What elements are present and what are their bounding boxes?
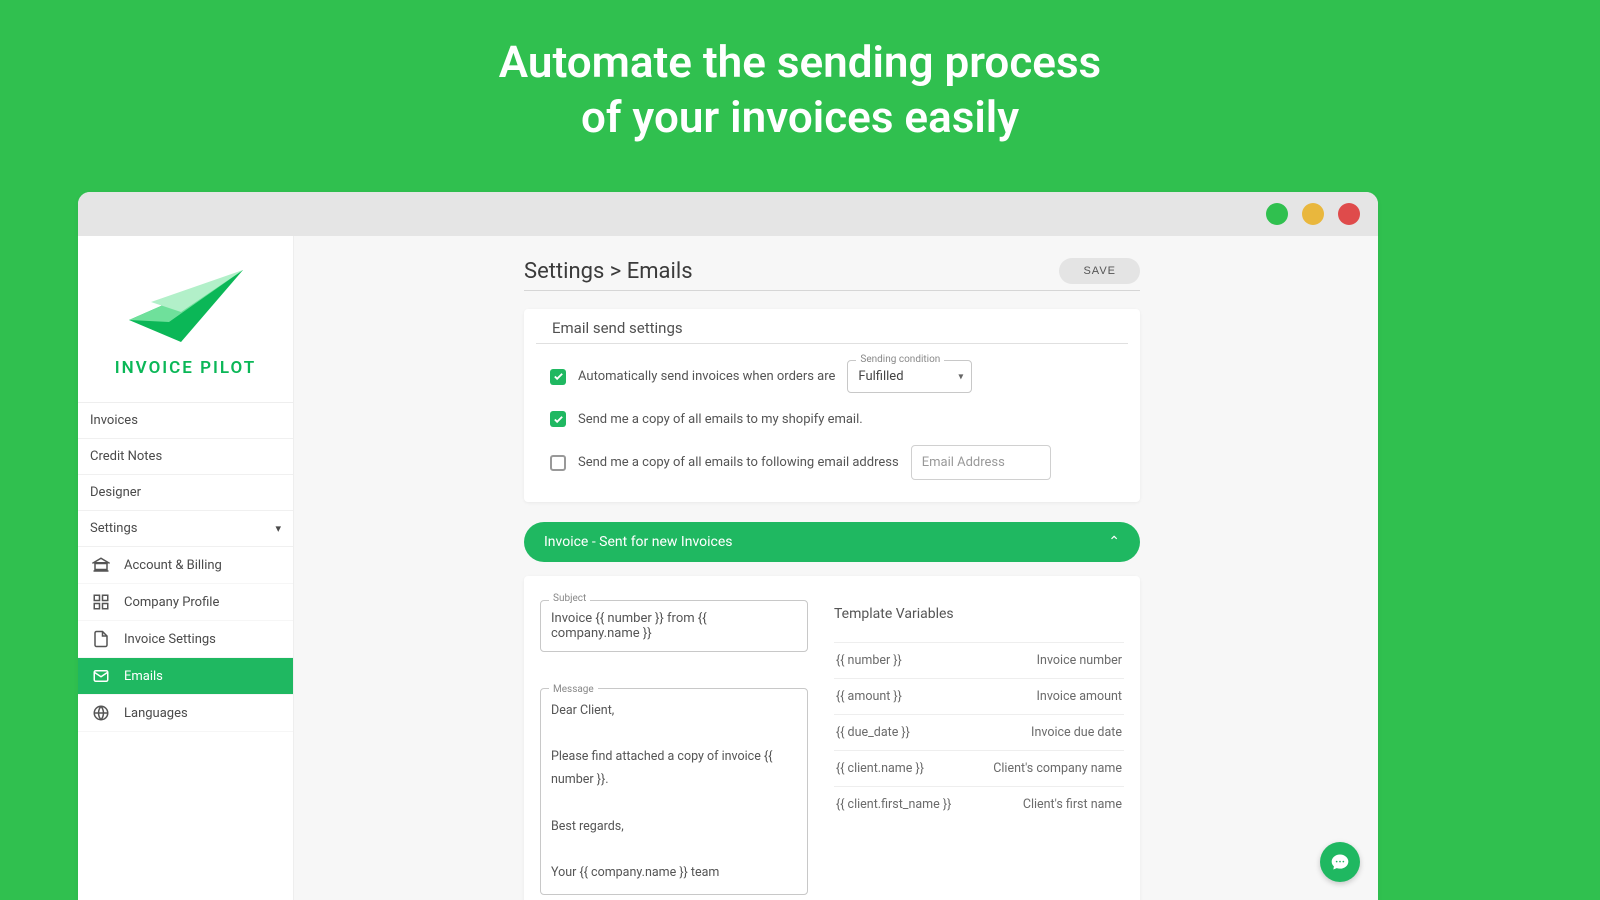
nav-sub-label: Account & Billing: [124, 558, 222, 573]
hero-line2: of your invoices easily: [0, 90, 1600, 145]
message-line: Please find attached a copy of invoice {…: [551, 745, 797, 791]
file-icon: [92, 630, 110, 648]
nav-settings[interactable]: Settings ▾: [78, 511, 293, 547]
nav-sub-label: Company Profile: [124, 595, 219, 610]
var-key: {{ client.first_name }}: [836, 797, 951, 812]
window-chrome: [78, 192, 1378, 236]
var-row: {{ client.name }} Client's company name: [834, 750, 1124, 786]
chat-icon: [1330, 852, 1350, 872]
var-row: {{ amount }} Invoice amount: [834, 678, 1124, 714]
globe-icon: [92, 704, 110, 722]
checkbox-copy-shopify[interactable]: [550, 411, 566, 427]
card-title: Email send settings: [536, 309, 1128, 344]
logo: INVOICE PILOT: [78, 236, 293, 403]
var-desc: Invoice amount: [1037, 689, 1122, 704]
var-row: {{ client.first_name }} Client's first n…: [834, 786, 1124, 822]
nav-credit-notes[interactable]: Credit Notes: [78, 439, 293, 475]
message-label: Message: [549, 681, 598, 700]
chevron-up-icon: ⌃: [1108, 534, 1120, 550]
traffic-light-yellow: [1302, 203, 1324, 225]
nav-sub-emails[interactable]: Emails: [78, 658, 293, 695]
email-address-input[interactable]: Email Address: [911, 445, 1051, 480]
template-variables-title: Template Variables: [834, 600, 1124, 642]
message-line: Best regards,: [551, 815, 797, 838]
message-line: Dear Client,: [551, 699, 797, 722]
email-send-settings-card: Email send settings Automatically send i…: [524, 309, 1140, 502]
var-desc: Invoice due date: [1031, 725, 1122, 740]
main: Settings > Emails SAVE Email send settin…: [294, 236, 1378, 900]
grid-icon: [92, 593, 110, 611]
var-desc: Client's company name: [993, 761, 1122, 776]
var-desc: Invoice number: [1037, 653, 1122, 668]
checkbox-copy-custom[interactable]: [550, 455, 566, 471]
traffic-light-red: [1338, 203, 1360, 225]
nav-sub-invoice-settings[interactable]: Invoice Settings: [78, 621, 293, 658]
var-desc: Client's first name: [1023, 797, 1122, 812]
nav-designer[interactable]: Designer: [78, 475, 293, 511]
logo-icon: [121, 262, 251, 350]
var-key: {{ client.name }}: [836, 761, 924, 776]
var-row: {{ due_date }} Invoice due date: [834, 714, 1124, 750]
accordion-body: Subject Invoice {{ number }} from {{ com…: [524, 576, 1140, 900]
subject-value: Invoice {{ number }} from {{ company.nam…: [551, 611, 707, 641]
hero-line1: Automate the sending process: [0, 35, 1600, 90]
chevron-down-icon: ▾: [958, 371, 963, 382]
logo-text: INVOICE PILOT: [88, 358, 283, 378]
nav-sub-account-billing[interactable]: Account & Billing: [78, 547, 293, 584]
save-button[interactable]: SAVE: [1059, 258, 1140, 284]
message-textarea[interactable]: Message Dear Client, Please find attache…: [540, 688, 808, 895]
nav-sub-company-profile[interactable]: Company Profile: [78, 584, 293, 621]
message-line: Your {{ company.name }} team: [551, 861, 797, 884]
copy-custom-label: Send me a copy of all emails to followin…: [578, 455, 899, 470]
var-key: {{ amount }}: [836, 689, 902, 704]
sending-condition-select[interactable]: Sending condition Fulfilled ▾: [847, 360, 972, 393]
accordion-title: Invoice - Sent for new Invoices: [544, 534, 733, 550]
mail-icon: [92, 667, 110, 685]
select-value: Fulfilled: [858, 369, 903, 384]
copy-shopify-label: Send me a copy of all emails to my shopi…: [578, 412, 863, 427]
checkbox-auto-send[interactable]: [550, 369, 566, 385]
nav-sub-languages[interactable]: Languages: [78, 695, 293, 732]
nav: Invoices Credit Notes Designer Settings …: [78, 403, 293, 732]
chevron-down-icon: ▾: [275, 522, 281, 535]
subject-label: Subject: [549, 593, 590, 604]
sidebar: INVOICE PILOT Invoices Credit Notes Desi…: [78, 236, 294, 900]
hero-title: Automate the sending process of your inv…: [0, 0, 1600, 145]
page-header: Settings > Emails SAVE: [524, 258, 1140, 291]
subject-input[interactable]: Subject Invoice {{ number }} from {{ com…: [540, 600, 808, 652]
app-window: INVOICE PILOT Invoices Credit Notes Desi…: [78, 192, 1378, 900]
nav-sub-label: Invoice Settings: [124, 632, 216, 647]
nav-sub-label: Emails: [124, 669, 163, 684]
accordion-invoice-sent[interactable]: Invoice - Sent for new Invoices ⌃: [524, 522, 1140, 562]
traffic-light-green: [1266, 203, 1288, 225]
nav-sub-label: Languages: [124, 706, 188, 721]
breadcrumb: Settings > Emails: [524, 259, 693, 284]
auto-send-label: Automatically send invoices when orders …: [578, 369, 835, 384]
var-key: {{ number }}: [836, 653, 902, 668]
var-row: {{ number }} Invoice number: [834, 642, 1124, 678]
nav-invoices[interactable]: Invoices: [78, 403, 293, 439]
chat-fab[interactable]: [1320, 842, 1360, 882]
var-key: {{ due_date }}: [836, 725, 910, 740]
select-label: Sending condition: [856, 354, 944, 365]
bank-icon: [92, 556, 110, 574]
